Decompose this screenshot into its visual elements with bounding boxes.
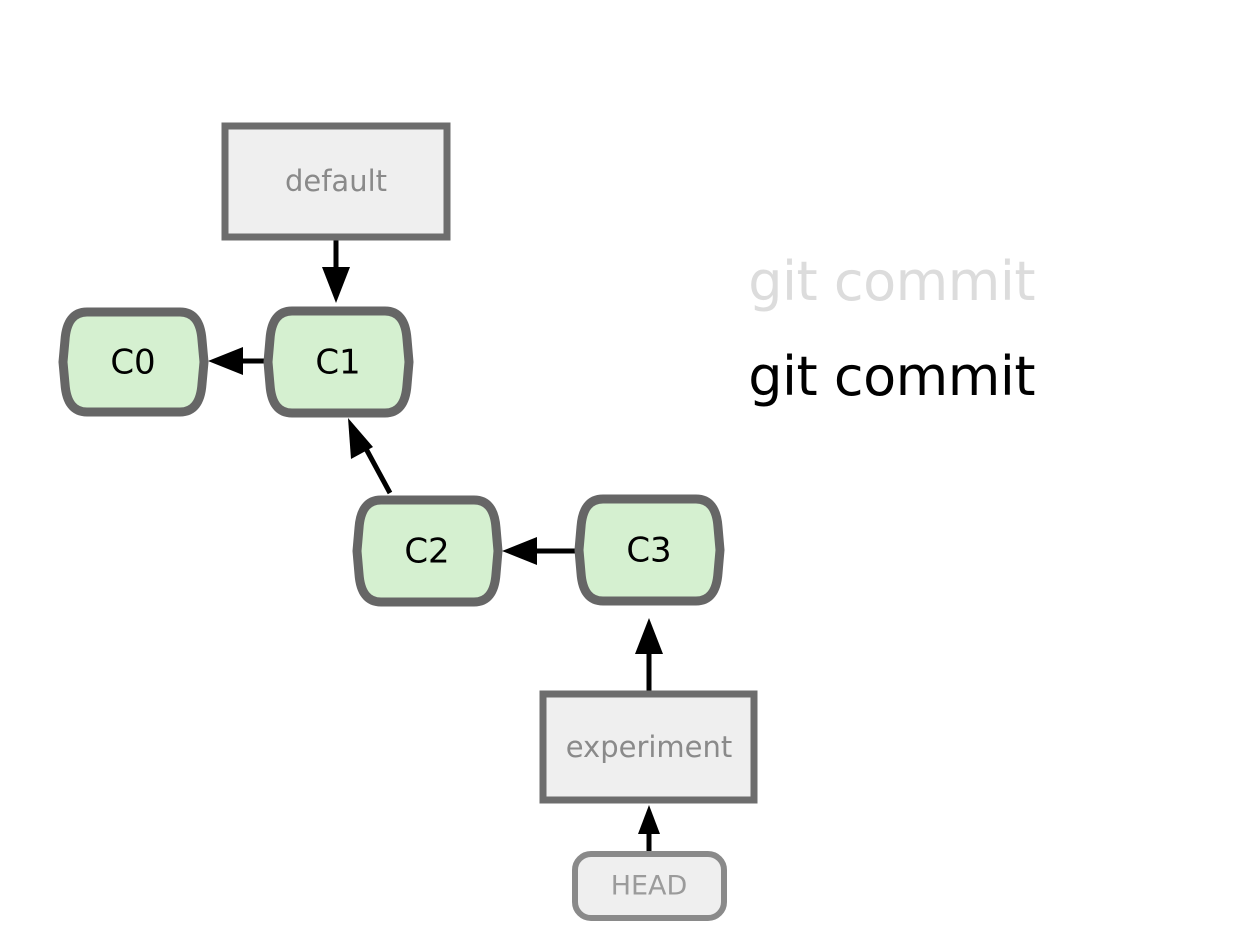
commit-label-c3: C3	[626, 531, 671, 571]
commit-graph-svg: default C0 C1 C2 C3 experiment HEAD	[58, 122, 758, 921]
previous-command-caption: git commit	[748, 250, 1035, 313]
edge-c2-to-c1	[348, 418, 393, 495]
head-label: HEAD	[611, 871, 688, 902]
edge-c3-to-c2	[502, 537, 576, 565]
git-graph-canvas: default C0 C1 C2 C3 experiment HEAD git …	[0, 0, 1237, 927]
ref-node-experiment[interactable]: experiment	[539, 690, 758, 804]
commit-label-c2: C2	[404, 532, 449, 572]
commit-node-c1[interactable]: C1	[263, 306, 414, 418]
commit-label-c0: C0	[110, 343, 155, 383]
ref-label-experiment: experiment	[566, 730, 733, 764]
commit-node-c0[interactable]: C0	[58, 307, 209, 417]
commit-node-c3[interactable]: C3	[574, 494, 725, 606]
commit-node-c2[interactable]: C2	[352, 495, 503, 607]
ref-node-default[interactable]: default	[221, 122, 451, 241]
ref-label-default: default	[285, 164, 387, 198]
head-node[interactable]: HEAD	[572, 851, 727, 921]
edge-c1-to-c0	[208, 347, 266, 375]
current-command-caption: git commit	[748, 345, 1035, 408]
edge-default-to-c1	[322, 240, 350, 303]
edge-experiment-to-c3	[635, 618, 663, 691]
commit-label-c1: C1	[315, 343, 360, 383]
edge-head-to-experiment	[638, 805, 660, 851]
